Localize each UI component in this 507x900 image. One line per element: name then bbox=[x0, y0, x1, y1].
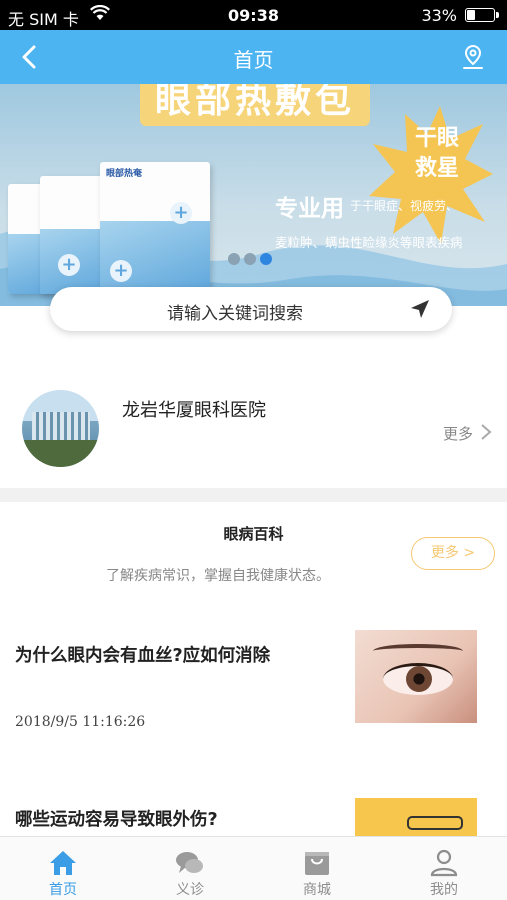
article-item[interactable]: 哪些运动容易导致眼外伤? bbox=[0, 798, 507, 838]
banner-slogan-line2: 救星 bbox=[414, 156, 459, 181]
search-bar[interactable]: 请输入关键词搜索 bbox=[50, 287, 452, 331]
nav-bar: 首页 bbox=[0, 30, 507, 84]
chat-bubbles-icon bbox=[176, 852, 203, 873]
article-title: 为什么眼内会有血丝?应如何消除 bbox=[15, 646, 271, 666]
medical-cross-icon: + bbox=[170, 202, 192, 224]
article-thumbnail bbox=[355, 798, 477, 838]
carousel-dot[interactable] bbox=[228, 253, 240, 265]
home-icon bbox=[50, 851, 76, 875]
hospital-avatar bbox=[22, 390, 99, 467]
carousel-dot[interactable] bbox=[244, 253, 256, 265]
medical-cross-icon: + bbox=[110, 260, 132, 282]
battery-fill bbox=[467, 10, 475, 20]
carousel-dot-active[interactable] bbox=[260, 253, 272, 265]
banner-desc-line1: 于干眼症、视疲劳、 bbox=[350, 199, 459, 213]
tab-label: 商城 bbox=[303, 882, 331, 898]
product-box: 眼部热奄 + + bbox=[100, 162, 210, 292]
section-divider bbox=[0, 488, 507, 502]
banner-slogan: 干眼 救星 bbox=[402, 124, 472, 184]
chevron-right-icon bbox=[481, 424, 492, 440]
page-title: 首页 bbox=[233, 48, 274, 72]
hospital-more-link[interactable]: 更多 bbox=[443, 423, 473, 444]
send-arrow-icon[interactable] bbox=[410, 299, 430, 319]
goggles-shape bbox=[407, 816, 463, 830]
tab-clinic[interactable]: 义诊 bbox=[127, 837, 253, 900]
tab-shop[interactable]: 商城 bbox=[254, 837, 380, 900]
article-title: 哪些运动容易导致眼外伤? bbox=[15, 810, 218, 830]
encyclopedia-more-button[interactable]: 更多 > bbox=[411, 537, 495, 570]
banner-headline: 眼部热敷包 bbox=[140, 84, 370, 126]
user-icon bbox=[430, 849, 458, 877]
banner-slogan-line1: 干眼 bbox=[414, 126, 459, 151]
banner-desc-line2: 麦粒肿、螨虫性睑缘炎等眼表疾病 bbox=[275, 235, 463, 250]
tab-label: 首页 bbox=[49, 882, 77, 898]
location-pin-icon[interactable] bbox=[461, 44, 485, 70]
tab-home[interactable]: 首页 bbox=[0, 837, 126, 900]
hospital-name: 龙岩华厦眼科医院 bbox=[122, 400, 266, 421]
iris-shape bbox=[406, 666, 432, 692]
product-box-label: 眼部热奄 bbox=[106, 169, 143, 179]
carousel-indicator bbox=[228, 250, 276, 269]
shop-icon bbox=[305, 852, 329, 875]
status-bar: 无 SIM 卡 09:38 33% bbox=[0, 0, 507, 30]
encyclopedia-subtitle: 了解疾病常识，掌握自我健康状态。 bbox=[106, 568, 330, 584]
article-thumbnail bbox=[355, 630, 477, 723]
tab-label: 我的 bbox=[430, 882, 458, 898]
article-date: 2018/9/5 11:16:26 bbox=[15, 714, 146, 730]
search-placeholder: 请输入关键词搜索 bbox=[167, 304, 303, 324]
hospital-trees-image bbox=[22, 440, 99, 467]
medical-cross-icon: + bbox=[58, 254, 80, 276]
tab-label: 义诊 bbox=[176, 882, 204, 898]
battery-percent: 33% bbox=[421, 6, 457, 25]
tab-bar: 首页 义诊 商城 我的 bbox=[0, 836, 507, 900]
banner-pro-label: 专业用 bbox=[275, 196, 344, 222]
eyebrow-shape bbox=[373, 644, 463, 658]
product-box: + bbox=[40, 176, 102, 294]
promo-banner[interactable]: 眼部热敷包 干眼 救星 专业用 于干眼症、视疲劳、 麦粒肿、螨虫性睑缘炎等眼表疾… bbox=[0, 84, 507, 306]
article-item[interactable]: 为什么眼内会有血丝?应如何消除 2018/9/5 11:16:26 bbox=[0, 630, 507, 730]
tab-profile[interactable]: 我的 bbox=[381, 837, 507, 900]
hospital-card[interactable]: 龙岩华厦眼科医院 更多 bbox=[0, 375, 507, 475]
battery-icon bbox=[465, 8, 499, 22]
